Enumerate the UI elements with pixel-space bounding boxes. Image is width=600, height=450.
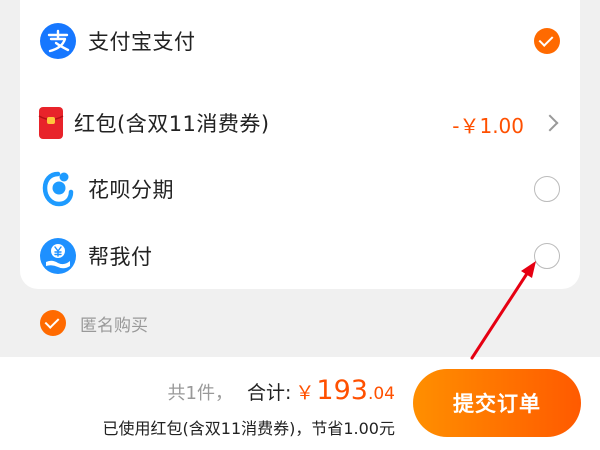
payment-option-label: 帮我付 <box>88 245 153 269</box>
payment-methods-card: 支付宝支付 红包(含双11消费券) -￥1.00 花呗分期 帮我付 <box>20 0 580 289</box>
total-label: 合计: <box>246 382 292 404</box>
submit-order-button[interactable]: 提交订单 <box>413 369 581 437</box>
red-packet-amount: -￥1.00 <box>452 114 524 138</box>
alipay-selected-check-icon[interactable] <box>534 28 560 54</box>
payment-option-huabei[interactable]: 花呗分期 <box>20 166 580 212</box>
total-price-integer: 193 <box>316 375 368 406</box>
payment-option-pay-for-me[interactable]: 帮我付 <box>20 233 580 279</box>
anonymous-check-icon[interactable] <box>40 310 66 336</box>
item-count: 共1件， <box>167 383 233 404</box>
checkout-bar: 共1件， 合计: ￥ 193 .04 已使用红包(含双11消费券)，节省1.00… <box>0 357 600 450</box>
pay-for-me-radio[interactable] <box>534 243 560 269</box>
saving-note: 已使用红包(含双11消费券)，节省1.00元 <box>102 419 395 438</box>
alipay-icon <box>40 23 76 59</box>
red-packet-row[interactable]: 红包(含双11消费券) -￥1.00 <box>20 100 580 146</box>
chevron-right-icon[interactable] <box>541 114 559 132</box>
red-packet-icon <box>36 105 66 141</box>
anonymous-purchase-label: 匿名购买 <box>80 315 148 336</box>
red-packet-label: 红包(含双11消费券) <box>74 112 270 136</box>
payment-option-label: 支付宝支付 <box>88 30 196 54</box>
payment-option-alipay[interactable]: 支付宝支付 <box>20 18 580 64</box>
pay-for-me-icon <box>40 238 76 274</box>
huabei-radio[interactable] <box>534 176 560 202</box>
huabei-icon <box>40 171 76 207</box>
payment-option-label: 花呗分期 <box>88 178 174 202</box>
currency-symbol: ￥ <box>295 382 315 404</box>
anonymous-purchase-toggle[interactable]: 匿名购买 <box>40 310 148 336</box>
order-summary: 共1件， 合计: ￥ 193 .04 <box>168 375 395 406</box>
total-price-decimal: .04 <box>367 384 395 404</box>
